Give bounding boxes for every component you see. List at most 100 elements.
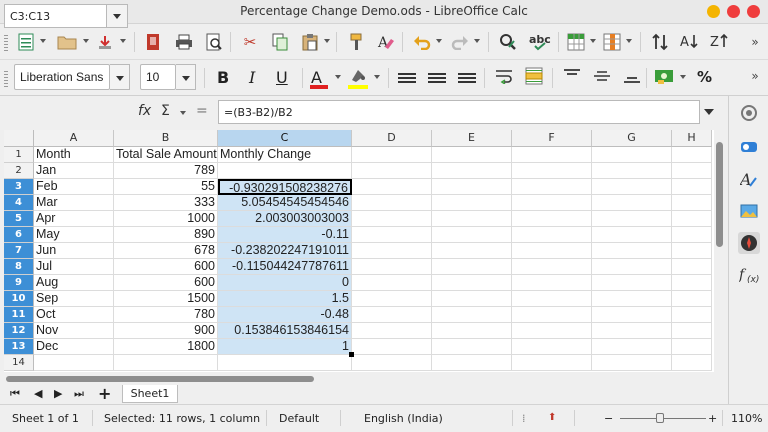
- table-cell[interactable]: Apr: [34, 211, 114, 227]
- table-cell[interactable]: [352, 195, 432, 211]
- font-size-box[interactable]: 10: [140, 64, 176, 90]
- table-cell[interactable]: [512, 355, 592, 371]
- table-cell[interactable]: [352, 211, 432, 227]
- redo-icon[interactable]: [450, 32, 470, 52]
- table-cell[interactable]: [512, 211, 592, 227]
- merge-cells-icon[interactable]: [524, 66, 544, 86]
- overflow-chevron-icon[interactable]: »: [745, 32, 765, 52]
- table-cell[interactable]: [592, 179, 672, 195]
- fill-handle[interactable]: [349, 352, 354, 357]
- table-cell[interactable]: [512, 163, 592, 179]
- column-header[interactable]: C: [218, 130, 352, 147]
- table-cell[interactable]: [592, 147, 672, 163]
- table-cell[interactable]: [432, 275, 512, 291]
- font-size-dropdown[interactable]: [176, 64, 196, 90]
- font-style-icon[interactable]: A: [738, 168, 760, 190]
- export-pdf-icon[interactable]: [143, 32, 163, 52]
- sum-button[interactable]: Σ: [161, 103, 170, 119]
- table-cell[interactable]: [432, 339, 512, 355]
- sheet-tab[interactable]: Sheet1: [122, 385, 178, 403]
- column-icon[interactable]: [602, 32, 622, 52]
- table-cell[interactable]: [432, 195, 512, 211]
- table-cell[interactable]: 0: [218, 275, 352, 291]
- copy-icon[interactable]: [270, 32, 290, 52]
- table-cell[interactable]: Sep: [34, 291, 114, 307]
- row-icon[interactable]: [566, 32, 586, 52]
- row-header[interactable]: 11: [4, 307, 34, 323]
- italic-button[interactable]: I: [249, 68, 255, 88]
- table-cell[interactable]: [432, 227, 512, 243]
- table-cell[interactable]: [432, 211, 512, 227]
- align-middle-icon[interactable]: [592, 66, 612, 86]
- chevron-down-icon[interactable]: [83, 39, 89, 43]
- table-cell[interactable]: [352, 355, 432, 371]
- table-cell[interactable]: Feb: [34, 179, 114, 195]
- underline-button[interactable]: U: [276, 68, 288, 88]
- table-cell[interactable]: [592, 355, 672, 371]
- highlight-color-icon[interactable]: [348, 66, 368, 86]
- table-cell[interactable]: [592, 243, 672, 259]
- table-cell[interactable]: [432, 163, 512, 179]
- table-cell[interactable]: -0.115044247787611: [218, 259, 352, 275]
- chevron-down-icon[interactable]: [590, 39, 596, 43]
- scroll-thumb[interactable]: [6, 376, 314, 382]
- column-header[interactable]: B: [114, 130, 218, 147]
- align-top-icon[interactable]: [562, 66, 582, 86]
- table-cell[interactable]: [512, 243, 592, 259]
- column-header[interactable]: F: [512, 130, 592, 147]
- table-cell[interactable]: [432, 307, 512, 323]
- table-cell[interactable]: [672, 211, 712, 227]
- table-cell[interactable]: 678: [114, 243, 218, 259]
- table-cell[interactable]: [592, 195, 672, 211]
- table-cell[interactable]: 333: [114, 195, 218, 211]
- table-cell[interactable]: Nov: [34, 323, 114, 339]
- table-cell[interactable]: [512, 307, 592, 323]
- spellcheck-icon[interactable]: abc: [528, 32, 554, 52]
- table-cell[interactable]: [592, 259, 672, 275]
- zoom-in-button[interactable]: +: [708, 412, 717, 425]
- table-cell[interactable]: [432, 147, 512, 163]
- open-folder-icon[interactable]: [56, 32, 78, 52]
- row-header[interactable]: 3: [4, 179, 34, 195]
- table-cell[interactable]: [672, 243, 712, 259]
- chevron-down-icon[interactable]: [436, 39, 442, 43]
- table-cell[interactable]: Aug: [34, 275, 114, 291]
- row-header[interactable]: 5: [4, 211, 34, 227]
- sort-descending-icon[interactable]: Z: [710, 32, 730, 52]
- add-sheet-button[interactable]: +: [98, 384, 111, 403]
- table-cell[interactable]: [352, 227, 432, 243]
- table-cell[interactable]: [352, 147, 432, 163]
- sheet-info[interactable]: Sheet 1 of 1: [12, 412, 79, 425]
- table-cell[interactable]: [352, 243, 432, 259]
- table-cell[interactable]: [352, 163, 432, 179]
- gallery-icon[interactable]: [738, 200, 760, 222]
- spreadsheet-grid[interactable]: A B C D E F G H 1 Month Total Sale Amount Monthly C…: [4, 130, 714, 372]
- row-header[interactable]: 2: [4, 163, 34, 179]
- function-wizard-button[interactable]: fx: [138, 103, 151, 119]
- align-bottom-icon[interactable]: [622, 66, 642, 86]
- table-cell[interactable]: 890: [114, 227, 218, 243]
- table-cell[interactable]: Total Sale Amount: [114, 147, 218, 163]
- table-cell[interactable]: [672, 259, 712, 275]
- find-replace-icon[interactable]: [498, 32, 518, 52]
- first-sheet-icon[interactable]: ⏮: [10, 387, 20, 401]
- print-preview-icon[interactable]: [204, 32, 224, 52]
- table-cell[interactable]: [672, 163, 712, 179]
- table-cell[interactable]: 900: [114, 323, 218, 339]
- table-cell[interactable]: 0.153846153846154: [218, 323, 352, 339]
- table-cell[interactable]: [512, 275, 592, 291]
- table-cell[interactable]: 600: [114, 275, 218, 291]
- properties-icon[interactable]: [738, 102, 760, 124]
- sort-ascending-icon[interactable]: A: [680, 32, 700, 52]
- table-cell[interactable]: [218, 163, 352, 179]
- table-cell[interactable]: [672, 291, 712, 307]
- table-cell[interactable]: [672, 307, 712, 323]
- sort-icon[interactable]: [650, 32, 670, 52]
- language-indicator[interactable]: English (India): [364, 412, 443, 425]
- next-sheet-icon[interactable]: ▶: [54, 387, 62, 400]
- table-cell[interactable]: [672, 323, 712, 339]
- table-cell[interactable]: [512, 179, 592, 195]
- table-cell[interactable]: Jul: [34, 259, 114, 275]
- table-cell[interactable]: Mar: [34, 195, 114, 211]
- chevron-down-icon[interactable]: [680, 75, 686, 79]
